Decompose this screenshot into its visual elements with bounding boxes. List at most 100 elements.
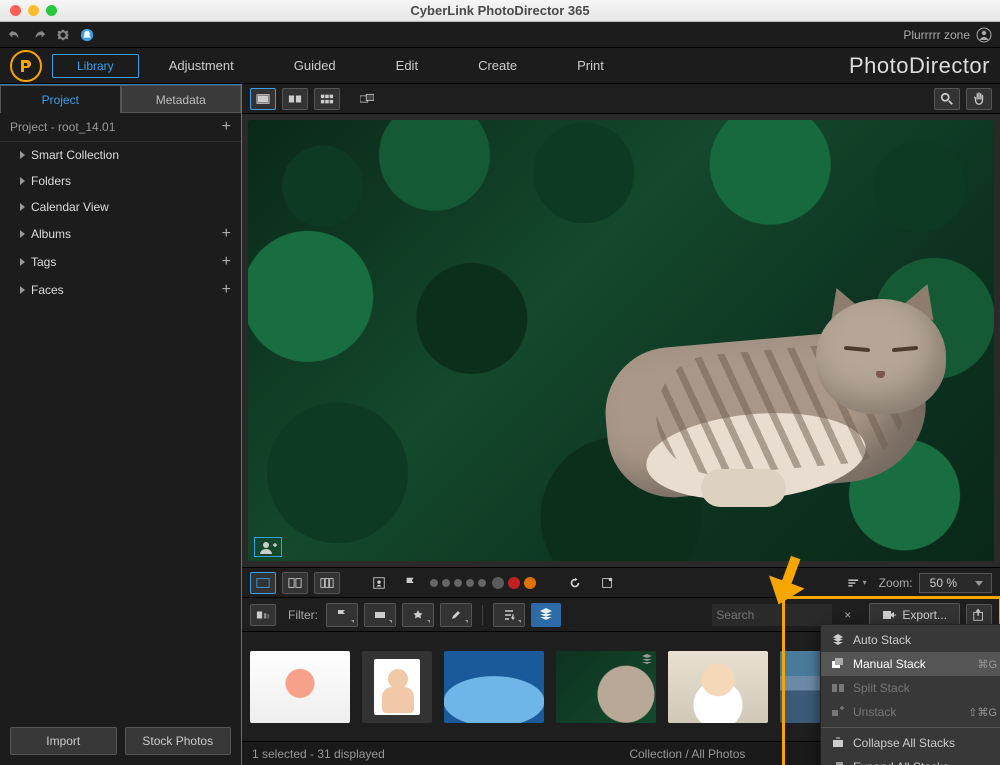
filter-rating-dropdown[interactable] xyxy=(402,603,434,627)
user-icon xyxy=(976,27,992,43)
menu-split-stack: Split Stack xyxy=(821,676,1000,700)
expand-icon xyxy=(831,760,845,765)
layout-multi-icon[interactable] xyxy=(314,572,340,594)
thumb-size-icon[interactable] xyxy=(250,604,276,626)
color-labels[interactable] xyxy=(492,577,536,589)
color-dot[interactable] xyxy=(492,577,504,589)
brand-logo-icon xyxy=(10,50,42,82)
add-tag-icon[interactable]: + xyxy=(222,254,231,270)
thumbnail[interactable] xyxy=(668,651,768,723)
add-face-icon[interactable]: + xyxy=(222,282,231,298)
split-stack-icon xyxy=(831,681,845,695)
export-icon xyxy=(882,609,896,621)
stack-menu: Auto Stack Manual Stack ⌘G Split Stack U… xyxy=(820,624,1000,765)
thumbnail[interactable] xyxy=(444,651,544,723)
manual-stack-icon xyxy=(831,657,845,671)
view-secondary-icon[interactable] xyxy=(354,88,380,110)
sort-dropdown[interactable] xyxy=(493,603,525,627)
chevron-right-icon xyxy=(20,203,25,211)
project-header[interactable]: Project - root_14.01 + xyxy=(0,113,241,142)
status-path: Collection / All Photos xyxy=(629,747,745,761)
filter-flag-dropdown[interactable] xyxy=(326,603,358,627)
color-dot[interactable] xyxy=(508,577,520,589)
sidebar-item-albums[interactable]: Albums + xyxy=(0,220,241,248)
project-label: Project - root_14.01 xyxy=(10,120,115,134)
notification-icon[interactable] xyxy=(80,28,94,42)
view-compare-icon[interactable] xyxy=(282,88,308,110)
filter-toolbar: Filter: Auto Stack Manual Stack ⌘G xyxy=(242,597,1000,631)
sidebar-item-folders[interactable]: Folders xyxy=(0,168,241,194)
pan-icon[interactable] xyxy=(966,88,992,110)
status-selection: 1 selected - 31 displayed xyxy=(252,747,385,761)
search-icon[interactable] xyxy=(934,88,960,110)
add-project-icon[interactable]: + xyxy=(222,119,231,135)
stack-dropdown[interactable] xyxy=(531,603,561,627)
auto-stack-icon xyxy=(831,633,845,647)
unstack-icon xyxy=(831,705,845,719)
mode-create[interactable]: Create xyxy=(478,58,517,73)
thumbnail[interactable] xyxy=(556,651,656,723)
mode-print[interactable]: Print xyxy=(577,58,604,73)
user-label: Plurrrrr zone xyxy=(903,28,970,42)
import-button[interactable]: Import xyxy=(10,727,117,755)
filter-edit-dropdown[interactable] xyxy=(440,603,472,627)
thumbnail[interactable] xyxy=(362,651,432,723)
rotate-icon[interactable] xyxy=(562,572,588,594)
thumbnail[interactable] xyxy=(250,651,350,723)
sidebar-item-faces[interactable]: Faces + xyxy=(0,276,241,304)
crop-icon[interactable] xyxy=(594,572,620,594)
face-tag-button[interactable] xyxy=(254,537,282,557)
menu-manual-stack[interactable]: Manual Stack ⌘G xyxy=(821,652,1000,676)
mode-library[interactable]: Library xyxy=(52,54,139,78)
tab-project[interactable]: Project xyxy=(0,85,121,113)
layout-split-icon[interactable] xyxy=(282,572,308,594)
menu-expand-stacks[interactable]: Expand All Stacks xyxy=(821,755,1000,765)
chevron-right-icon xyxy=(20,258,25,266)
clear-search-icon[interactable]: × xyxy=(838,608,857,622)
chevron-right-icon xyxy=(20,151,25,159)
stack-badge-icon xyxy=(640,653,654,667)
stock-photos-button[interactable]: Stock Photos xyxy=(125,727,232,755)
user-account[interactable]: Plurrrrr zone xyxy=(903,27,992,43)
redo-icon[interactable] xyxy=(32,28,46,42)
settings-icon[interactable] xyxy=(56,28,70,42)
flag-icon[interactable] xyxy=(398,572,424,594)
mode-guided[interactable]: Guided xyxy=(294,58,336,73)
share-icon[interactable] xyxy=(966,604,992,626)
zoom-select[interactable]: 50 % xyxy=(919,573,992,593)
sidebar-item-tags[interactable]: Tags + xyxy=(0,248,241,276)
menu-auto-stack[interactable]: Auto Stack xyxy=(821,628,1000,652)
preview-area[interactable] xyxy=(242,114,1000,567)
search-input[interactable] xyxy=(712,604,832,626)
view-grid-icon[interactable] xyxy=(314,88,340,110)
chevron-right-icon xyxy=(20,286,25,294)
rating-dots[interactable] xyxy=(430,579,486,587)
export-button[interactable]: Export... xyxy=(869,603,960,627)
filter-label: Filter: xyxy=(288,608,318,622)
tab-metadata[interactable]: Metadata xyxy=(121,85,242,113)
titlebar: CyberLink PhotoDirector 365 xyxy=(0,0,1000,22)
face-detect-icon[interactable] xyxy=(366,572,392,594)
menu-unstack: Unstack ⇧⌘G xyxy=(821,700,1000,724)
collapse-icon xyxy=(831,736,845,750)
filter-label-dropdown[interactable] xyxy=(364,603,396,627)
preview-image xyxy=(248,120,994,561)
layout-single-icon[interactable] xyxy=(250,572,276,594)
mode-adjustment[interactable]: Adjustment xyxy=(169,58,234,73)
zoom-control: Zoom: 50 % xyxy=(879,573,992,593)
brand-text: PhotoDirector xyxy=(849,53,990,79)
undo-icon[interactable] xyxy=(8,28,22,42)
view-single-icon[interactable] xyxy=(250,88,276,110)
sort-menu-icon[interactable]: ▾ xyxy=(841,572,873,594)
preview-toolbar: ▾ Zoom: 50 % xyxy=(242,567,1000,597)
menu-collapse-stacks[interactable]: Collapse All Stacks xyxy=(821,731,1000,755)
add-album-icon[interactable]: + xyxy=(222,226,231,242)
sidebar-item-calendar-view[interactable]: Calendar View xyxy=(0,194,241,220)
view-bar xyxy=(242,84,1000,114)
color-dot[interactable] xyxy=(524,577,536,589)
window-title: CyberLink PhotoDirector 365 xyxy=(0,3,1000,18)
sidebar-item-smart-collection[interactable]: Smart Collection xyxy=(0,142,241,168)
zoom-label: Zoom: xyxy=(879,576,913,590)
chevron-right-icon xyxy=(20,230,25,238)
mode-edit[interactable]: Edit xyxy=(396,58,418,73)
